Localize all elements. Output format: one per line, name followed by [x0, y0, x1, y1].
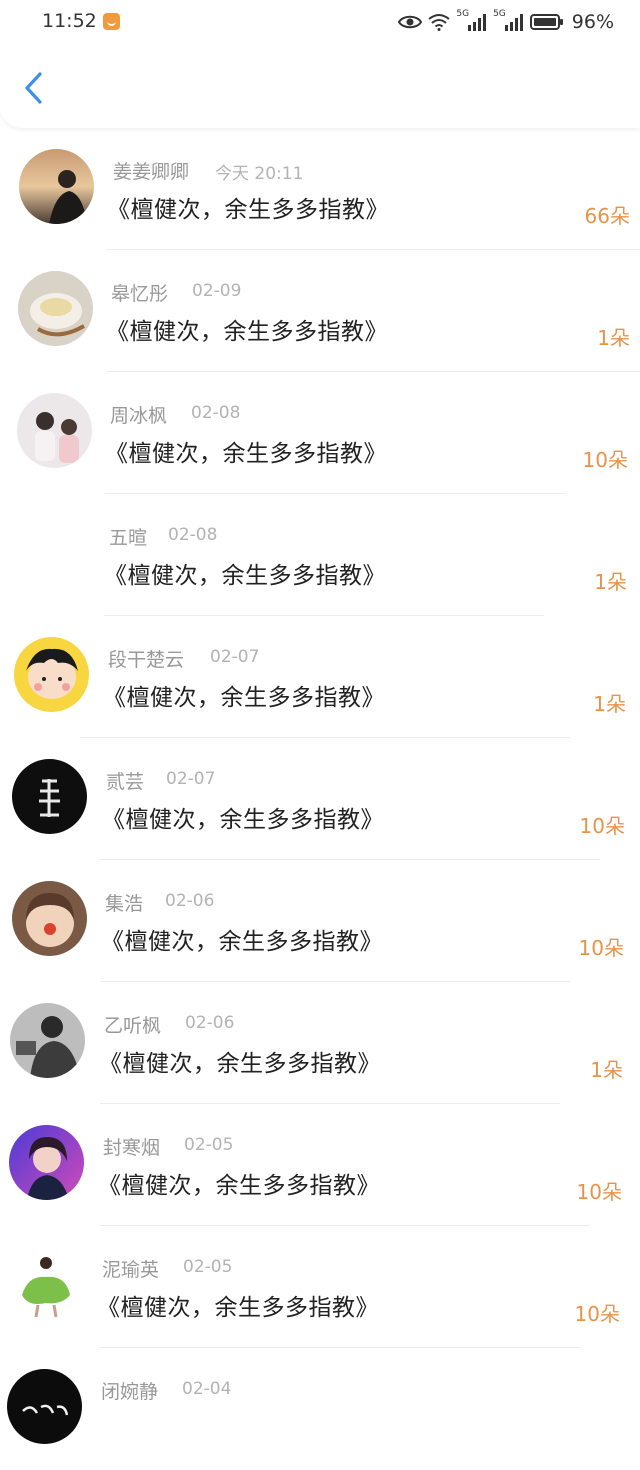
item-title: 《檀健次，余生多多指教》 [99, 1051, 381, 1077]
flower-count: 10朵 [576, 1180, 622, 1204]
status-time: 11:52 [42, 10, 97, 32]
item-name: 五暄 [109, 527, 148, 549]
battery-percent: 96% [571, 11, 614, 33]
list-item[interactable]: 泥瑜英 02-05 《檀健次，余生多多指教》 10朵 [0, 1226, 640, 1348]
item-date: 今天 20:11 [215, 164, 304, 184]
flower-count: 1朵 [590, 1058, 623, 1082]
item-name: 皋忆彤 [111, 283, 169, 305]
item-date: 02-07 [210, 647, 260, 667]
list-item[interactable]: 段干楚云 02-07 《檀健次，余生多多指教》 1朵 [0, 616, 640, 738]
item-title: 《檀健次，余生多多指教》 [107, 197, 389, 223]
list-item[interactable]: 周冰枫 02-08 《檀健次，余生多多指教》 10朵 [0, 372, 640, 494]
flower-count: 10朵 [574, 1302, 620, 1326]
signal-icon [468, 14, 487, 31]
item-name: 周冰枫 [110, 405, 168, 427]
item-name: 集浩 [105, 893, 144, 915]
avatar [9, 1125, 84, 1200]
avatar [10, 1003, 85, 1078]
list-item[interactable]: 贰芸 02-07 《檀健次，余生多多指教》 10朵 [0, 738, 640, 860]
list-item[interactable]: 集浩 02-06 《檀健次，余生多多指教》 10朵 [0, 860, 640, 982]
item-name: 泥瑜英 [102, 1259, 160, 1281]
item-name: 闭婉静 [101, 1381, 159, 1403]
list-item[interactable]: 闭婉静 02-04 [0, 1348, 640, 1470]
status-bar: 11:52 5G 5G 96% [0, 0, 640, 46]
nav-bar [0, 46, 640, 128]
list-item[interactable]: 皋忆彤 02-09 《檀健次，余生多多指教》 1朵 [0, 250, 640, 372]
eye-icon [398, 15, 423, 29]
wifi-icon [428, 14, 450, 31]
flower-count: 10朵 [579, 814, 625, 838]
avatar [19, 149, 94, 224]
chevron-left-icon [25, 72, 42, 104]
avatar [8, 1247, 83, 1322]
item-name: 姜姜卿卿 [113, 161, 190, 183]
avatar [12, 759, 87, 834]
list-item[interactable]: 乙听枫 02-06 《檀健次，余生多多指教》 1朵 [0, 982, 640, 1104]
battery-icon [529, 14, 563, 30]
item-title: 《檀健次，余生多多指教》 [101, 929, 383, 955]
item-title: 《檀健次，余生多多指教》 [104, 563, 386, 589]
item-date: 02-05 [183, 1257, 233, 1277]
avatar [14, 637, 89, 712]
item-date: 02-07 [166, 769, 216, 789]
flower-count: 1朵 [594, 570, 627, 594]
avatar [17, 393, 92, 468]
item-date: 02-04 [182, 1379, 232, 1399]
item-name: 段干楚云 [108, 649, 185, 671]
item-date: 02-06 [185, 1013, 235, 1033]
list-item[interactable]: 姜姜卿卿 今天 20:11 《檀健次，余生多多指教》 66朵 [0, 128, 640, 250]
signal-icon-2 [504, 14, 523, 31]
item-date: 02-09 [192, 281, 242, 301]
network-5g-label-1: 5G [456, 9, 470, 19]
network-5g-label-2: 5G [493, 9, 506, 19]
item-date: 02-08 [168, 525, 218, 545]
list-item[interactable]: 五暄 02-08 《檀健次，余生多多指教》 1朵 [0, 494, 640, 616]
avatar [18, 271, 93, 346]
notification-app-icon [103, 13, 120, 30]
flower-count: 10朵 [582, 448, 628, 472]
flower-count: 1朵 [597, 326, 630, 350]
item-title: 《檀健次，余生多多指教》 [98, 1173, 380, 1199]
item-title: 《檀健次，余生多多指教》 [103, 685, 385, 711]
item-name: 贰芸 [106, 771, 145, 793]
item-date: 02-05 [184, 1135, 234, 1155]
item-title: 《檀健次，余生多多指教》 [106, 319, 388, 345]
avatar [7, 1369, 82, 1444]
item-title: 《檀健次，余生多多指教》 [105, 441, 387, 467]
item-name: 封寒烟 [103, 1137, 161, 1159]
item-date: 02-08 [191, 403, 241, 423]
avatar [12, 881, 87, 956]
list-item[interactable]: 封寒烟 02-05 《檀健次，余生多多指教》 10朵 [0, 1104, 640, 1226]
item-title: 《檀健次，余生多多指教》 [102, 807, 384, 833]
back-button[interactable] [20, 70, 50, 106]
flower-count: 10朵 [578, 936, 624, 960]
item-date: 02-06 [165, 891, 215, 911]
flower-count: 1朵 [593, 692, 626, 716]
flower-count: 66朵 [584, 204, 630, 228]
item-title: 《檀健次，余生多多指教》 [97, 1295, 379, 1321]
item-name: 乙听枫 [104, 1015, 162, 1037]
status-icons: 5G 5G 96% [398, 8, 614, 36]
